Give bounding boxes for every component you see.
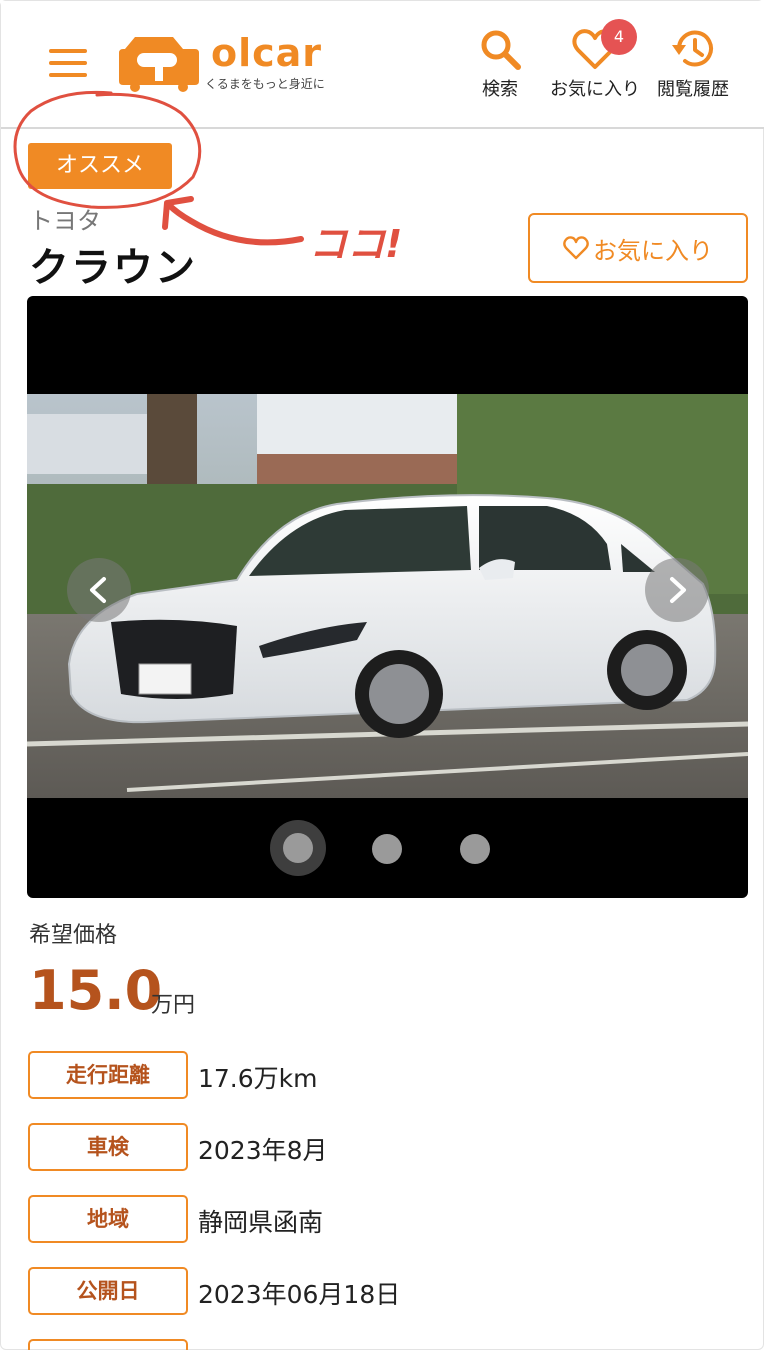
menu-icon[interactable] (49, 49, 87, 77)
carousel-dot-2[interactable] (372, 834, 402, 864)
nav-favorites[interactable]: 4 お気に入り (545, 19, 645, 101)
recommend-tag: オススメ (28, 143, 172, 189)
spec-row-published: 公開日 2023年06月18日 (28, 1267, 748, 1315)
logo-wordmark: olcar (211, 31, 323, 75)
spec-value: 2023年8月 (198, 1136, 328, 1165)
add-favorite-button[interactable]: お気に入り (528, 213, 748, 283)
search-icon (481, 30, 521, 70)
spec-label: 公開日 (28, 1267, 188, 1315)
nav-favorites-label: お気に入り (550, 79, 640, 100)
spec-value: 静岡県函南 (198, 1208, 324, 1237)
spec-value: 2023年06月18日 (198, 1280, 401, 1309)
spec-value: 17.6万km (198, 1064, 318, 1093)
spec-label: 走行距離 (28, 1051, 188, 1099)
spec-row-region: 地域 静岡県函南 (28, 1195, 748, 1243)
carousel-dot-1[interactable] (270, 820, 326, 876)
car-key-logo-icon (119, 37, 199, 92)
nav-history[interactable]: 閲覧履歴 (651, 27, 735, 101)
carousel-next-button[interactable] (645, 558, 709, 622)
favorites-count-badge: 4 (601, 19, 637, 55)
nav-search[interactable]: 検索 (473, 27, 527, 101)
car-photo (27, 394, 748, 798)
chevron-left-icon (90, 577, 106, 603)
carousel-pagination (27, 820, 748, 876)
spec-label: 車検 (28, 1123, 188, 1171)
photo-carousel[interactable] (27, 296, 748, 898)
carousel-prev-button[interactable] (67, 558, 131, 622)
page-frame: olcar くるまをもっと身近に 検索 4 お気に入り 閲覧履歴 オススメ ココ… (0, 0, 764, 1350)
logo-tagline: くるまをもっと身近に (205, 77, 325, 91)
site-logo[interactable]: olcar くるまをもっと身近に (117, 31, 347, 97)
add-favorite-label: お気に入り (593, 236, 713, 265)
car-maker: トヨタ (29, 207, 101, 235)
spec-row-mileage: 走行距離 17.6万km (28, 1051, 748, 1099)
spec-label: 地域 (28, 1195, 188, 1243)
price-unit: 万円 (151, 993, 196, 1018)
price-label: 希望価格 (29, 923, 118, 948)
site-header: olcar くるまをもっと身近に 検索 4 お気に入り 閲覧履歴 (1, 1, 764, 129)
chevron-right-icon (670, 577, 686, 603)
heart-outline-icon (563, 236, 589, 260)
carousel-dot-3[interactable] (460, 834, 490, 864)
spec-row-inspection: 車検 2023年8月 (28, 1123, 748, 1171)
car-model: クラウン (29, 245, 197, 291)
spec-row-partial (28, 1339, 188, 1350)
nav-search-label: 検索 (482, 79, 518, 100)
nav-history-label: 閲覧履歴 (657, 79, 729, 100)
annotation-text: ココ! (309, 222, 403, 266)
history-icon (672, 30, 713, 67)
price-value: 15.0 (29, 959, 163, 1022)
